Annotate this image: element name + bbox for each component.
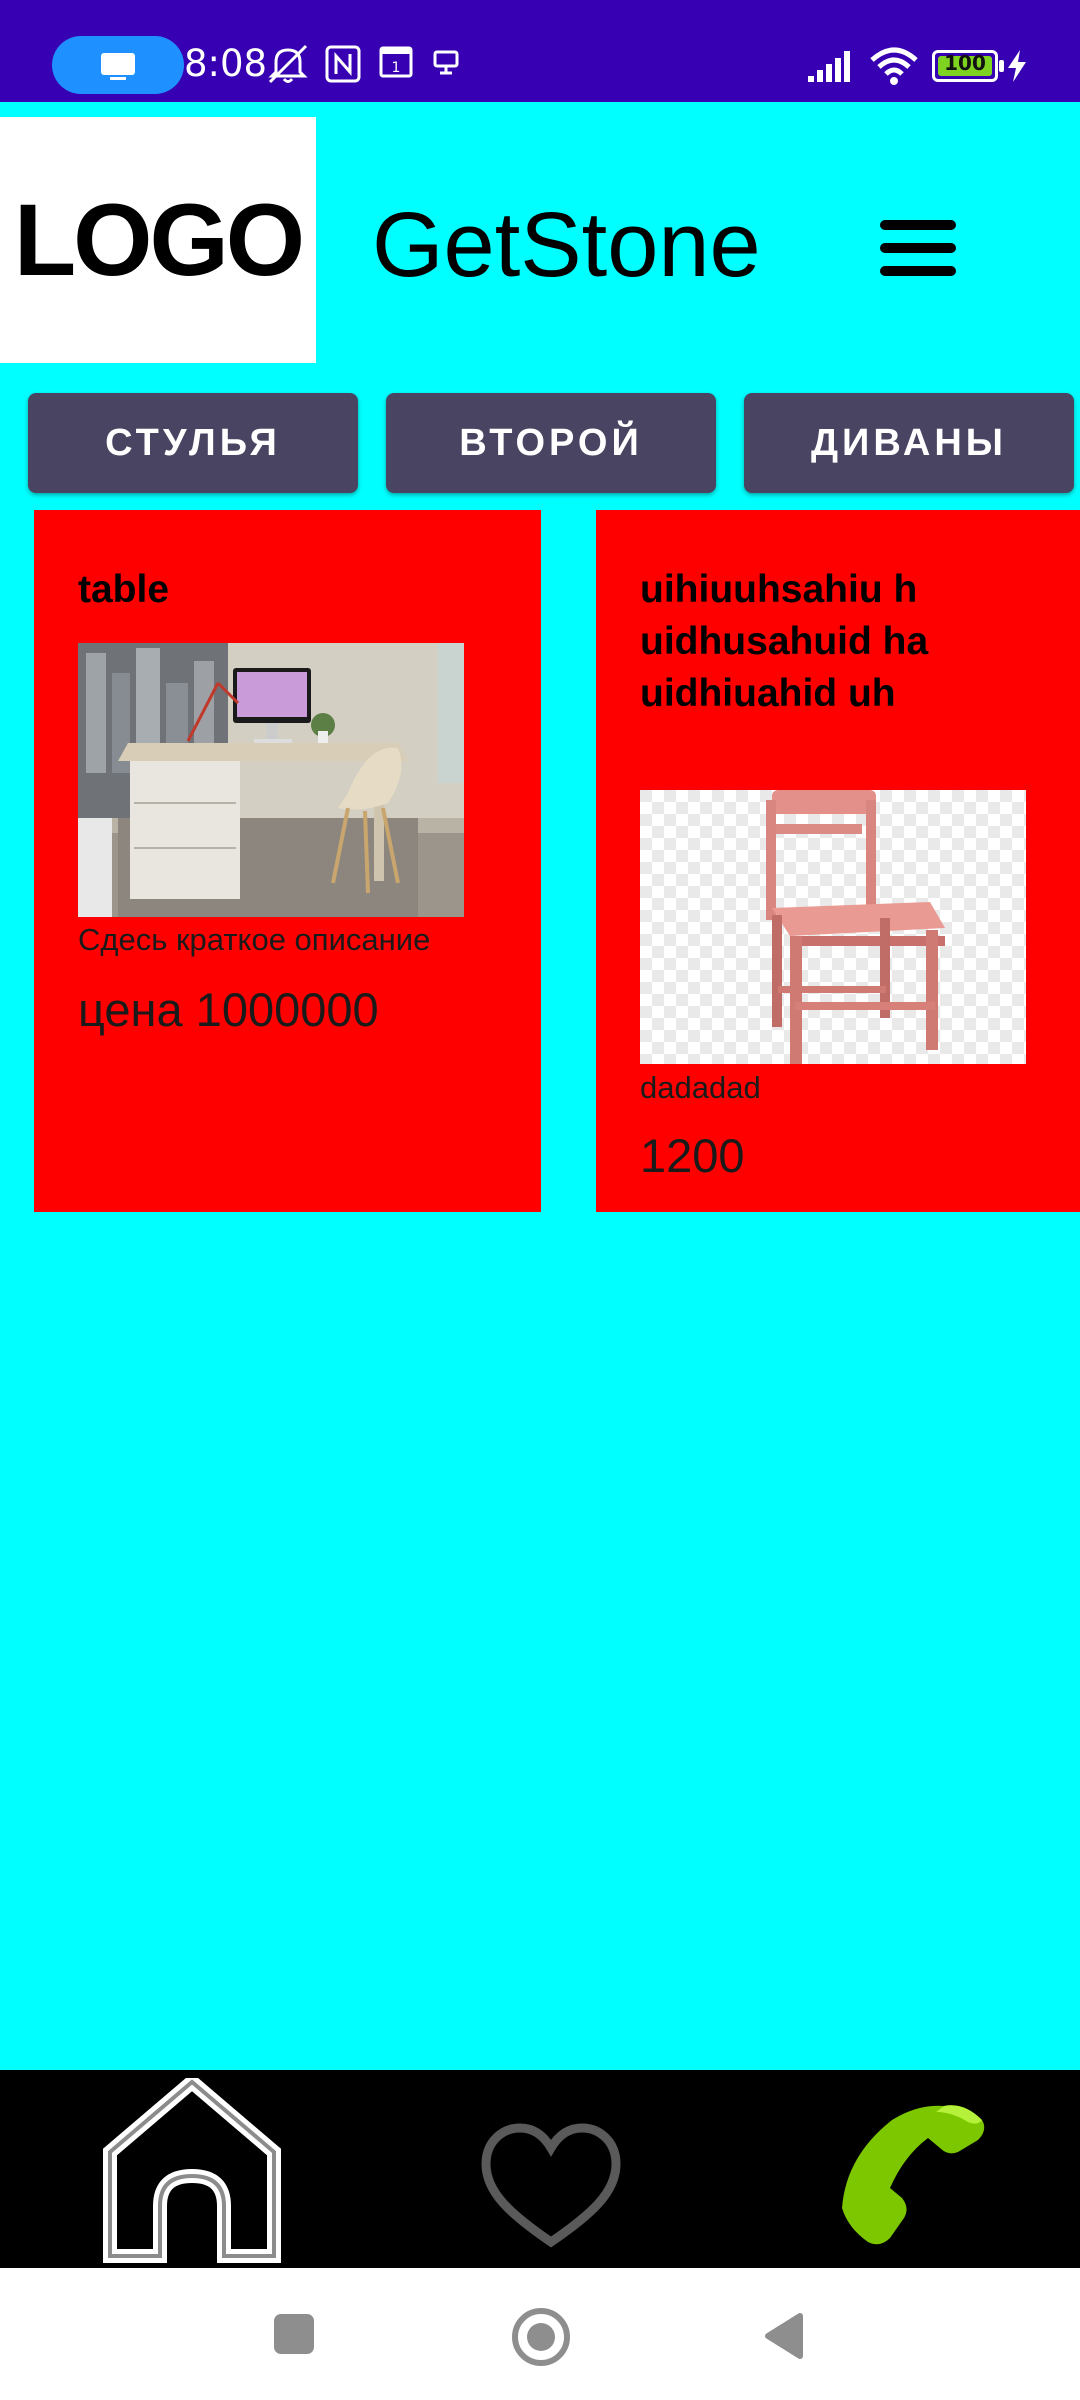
- screen-cast-pill[interactable]: [52, 36, 184, 94]
- status-time: 8:08: [184, 42, 268, 85]
- product-title: uihiuuhsahiu huidhusahuid hauidhiuahid u…: [640, 568, 929, 715]
- status-bar: 8:08 1 100: [0, 0, 1080, 102]
- category-tab-sofas[interactable]: ДИВАНЫ: [744, 393, 1074, 493]
- app-title: GetStone: [372, 194, 761, 296]
- bottom-navigation: [0, 2070, 1080, 2268]
- product-card[interactable]: table Сдесь краткое описание цена 100000…: [34, 510, 541, 1212]
- mute-icon: [268, 44, 308, 84]
- home-circle-icon[interactable]: [512, 2308, 570, 2366]
- home-icon[interactable]: [102, 2078, 282, 2268]
- product-image-chair: [640, 790, 1026, 1064]
- hamburger-menu-icon[interactable]: [880, 220, 956, 276]
- product-price: цена 1000000: [78, 983, 379, 1036]
- battery-level: 100: [944, 51, 986, 75]
- battery-icon: 100: [932, 50, 1004, 82]
- wifi-icon: [870, 47, 918, 85]
- signal-icon: [808, 51, 850, 82]
- nfc-icon: [325, 45, 361, 83]
- heart-icon[interactable]: [480, 2122, 622, 2252]
- category-tab-chairs[interactable]: СТУЛЬЯ: [28, 393, 358, 493]
- logo-text: LOGO: [13, 182, 305, 297]
- product-description: Сдесь краткое описание: [78, 922, 431, 957]
- product-price: 1200: [640, 1129, 745, 1182]
- logo: LOGO: [0, 117, 316, 363]
- system-navigation-bar: [0, 2268, 1080, 2400]
- product-card[interactable]: uihiuuhsahiu huidhusahuid hauidhiuahid u…: [596, 510, 1080, 1212]
- desktop-icon: [433, 50, 459, 75]
- svg-text:1: 1: [392, 60, 401, 76]
- phone-icon[interactable]: [832, 2090, 1000, 2258]
- sim-icon: 1: [379, 46, 413, 78]
- recents-icon[interactable]: [274, 2314, 314, 2354]
- back-icon[interactable]: [760, 2310, 806, 2362]
- product-image-desk: [78, 643, 464, 917]
- product-title: table: [78, 568, 170, 611]
- charging-icon: [1008, 50, 1026, 82]
- product-description: dadadad: [640, 1070, 761, 1105]
- category-tab-second[interactable]: ВТОРОЙ: [386, 393, 716, 493]
- screen-cast-icon: [101, 53, 135, 80]
